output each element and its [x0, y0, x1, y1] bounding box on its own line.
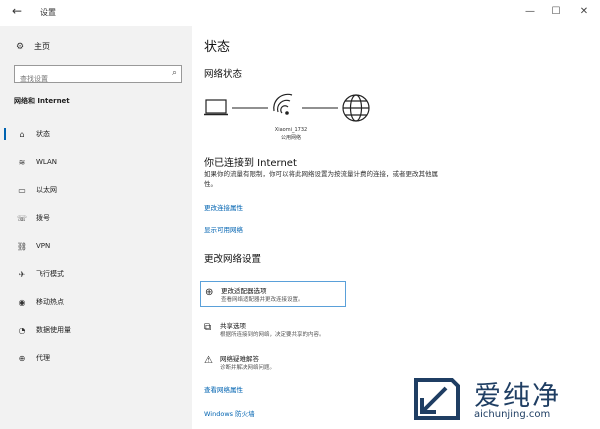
sidebar-item-data-usage[interactable]: ◔ 数据使用量	[0, 316, 192, 344]
sidebar-item-label: 拨号	[36, 214, 50, 222]
title-bar: ← 设置 — ☐ ✕	[0, 0, 600, 26]
watermark-logo-icon	[414, 378, 460, 420]
search-box[interactable]: ⌕	[14, 65, 182, 87]
windows-firewall-link[interactable]: Windows 防火墙	[204, 408, 255, 418]
sidebar-item-dialup[interactable]: ☏ 拨号	[0, 204, 192, 232]
option-description: 根据所连接到的网络，决定要共享的内容。	[220, 332, 325, 338]
main-content: 状态 网络状态 Xiaomi_1732 公用网络 你已连接到 Internet …	[192, 26, 600, 429]
watermark: 爱纯净 aichunjing.com	[412, 372, 598, 426]
sidebar-item-label: 状态	[36, 130, 50, 138]
wifi-icon: ≋	[18, 157, 26, 167]
dialup-icon: ☏	[16, 213, 27, 223]
close-button[interactable]: ✕	[574, 4, 594, 20]
network-troubleshooter[interactable]: ⚠ 网络疑难解答 诊断并解决网络问题。	[200, 350, 346, 376]
option-description: 诊断并解决网络问题。	[220, 365, 276, 371]
sidebar-item-vpn[interactable]: ⛓ VPN	[0, 232, 192, 260]
data-usage-icon: ◔	[18, 325, 26, 335]
connected-description: 如果你的流量有限制，你可以将此网络设置为按流量计费的连接，或者更改其他属性。	[204, 170, 438, 188]
network-type: 公用网络	[280, 135, 301, 141]
sidebar-item-label: 代理	[36, 354, 50, 362]
sidebar-item-label: VPN	[36, 242, 51, 250]
sidebar-item-label: WLAN	[36, 158, 58, 166]
network-status-heading: 网络状态	[204, 69, 243, 80]
back-arrow-icon[interactable]: ←	[12, 4, 22, 18]
sharing-options[interactable]: ⧉ 共享选项 根据所连接到的网络，决定要共享的内容。	[200, 317, 346, 343]
proxy-icon: ⊕	[18, 353, 26, 363]
sidebar: ⚙ 主页 ⌕ 网络和 Internet ⌂ 状态 ≋ WLAN ▭ 以太网 ☏ …	[0, 26, 192, 429]
network-diagram-graphic	[204, 93, 370, 122]
sidebar-item-label: 数据使用量	[36, 326, 71, 334]
option-description: 查看网络适配器并更改连接设置。	[221, 297, 304, 303]
maximize-button[interactable]: ☐	[546, 4, 566, 20]
laptop-icon	[204, 99, 228, 116]
warning-icon: ⚠	[204, 355, 213, 366]
search-icon[interactable]: ⌕	[172, 68, 177, 78]
search-input[interactable]	[15, 71, 155, 87]
sidebar-item-airplane[interactable]: ✈ 飞行模式	[0, 260, 192, 288]
sidebar-item-hotspot[interactable]: ◉ 移动热点	[0, 288, 192, 316]
change-network-settings-heading: 更改网络设置	[204, 254, 262, 265]
airplane-icon: ✈	[18, 269, 26, 279]
network-diagram	[204, 92, 404, 152]
adapter-globe-icon: ⊕	[205, 287, 214, 298]
minimize-button[interactable]: —	[520, 4, 540, 20]
ethernet-icon: ▭	[18, 185, 26, 195]
sidebar-item-wlan[interactable]: ≋ WLAN	[0, 148, 192, 176]
change-connection-properties-link[interactable]: 更改连接属性	[204, 202, 243, 212]
page-title: 状态	[204, 40, 231, 55]
change-adapter-options[interactable]: ⊕ 更改适配器选项 查看网络适配器并更改连接设置。	[200, 281, 346, 307]
status-icon: ⌂	[19, 129, 25, 139]
option-title: 网络疑难解答	[220, 355, 259, 363]
sidebar-item-label: 以太网	[36, 186, 57, 194]
section-heading: 网络和 Internet	[14, 97, 70, 105]
option-title: 共享选项	[220, 322, 246, 330]
sidebar-nav: ⌂ 状态 ≋ WLAN ▭ 以太网 ☏ 拨号 ⛓ VPN ✈ 飞行模式 ◉ 移动…	[0, 120, 192, 372]
hotspot-icon: ◉	[18, 297, 26, 307]
vpn-icon: ⛓	[16, 241, 28, 251]
sharing-icon: ⧉	[204, 322, 212, 333]
wifi-signal-icon	[273, 93, 293, 115]
network-name: Xiaomi_1732	[274, 127, 308, 133]
window-title: 设置	[40, 8, 56, 17]
view-network-properties-link[interactable]: 查看网络属性	[204, 384, 243, 394]
watermark-url: aichunjing.com	[474, 409, 551, 420]
sidebar-item-ethernet[interactable]: ▭ 以太网	[0, 176, 192, 204]
show-available-networks-link[interactable]: 显示可用网络	[204, 224, 243, 234]
home-label: 主页	[34, 42, 50, 51]
sidebar-item-proxy[interactable]: ⊕ 代理	[0, 344, 192, 372]
connected-heading: 你已连接到 Internet	[204, 158, 297, 169]
sidebar-item-status[interactable]: ⌂ 状态	[0, 120, 192, 148]
sidebar-item-label: 移动热点	[36, 298, 64, 306]
watermark-text: 爱纯净	[474, 381, 561, 412]
home-nav-item[interactable]: ⚙ 主页	[16, 41, 50, 52]
sidebar-item-label: 飞行模式	[36, 270, 64, 278]
globe-icon	[342, 94, 370, 122]
gear-icon: ⚙	[16, 41, 25, 52]
option-title: 更改适配器选项	[221, 287, 267, 295]
